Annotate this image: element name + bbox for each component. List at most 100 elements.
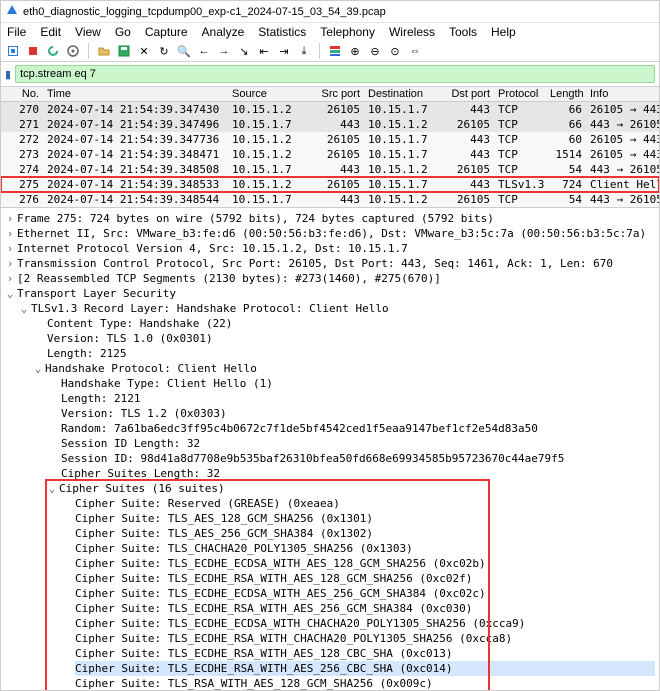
cell-proto: TCP [494, 192, 546, 207]
menu-help[interactable]: Help [491, 25, 516, 39]
expand-icon[interactable]: › [5, 256, 15, 271]
menu-capture[interactable]: Capture [145, 25, 188, 39]
cipher-suite-row[interactable]: Cipher Suite: Reserved (GREASE) (0xeaea) [75, 496, 655, 511]
expand-icon[interactable]: › [5, 226, 15, 241]
expand-icon[interactable]: › [5, 241, 15, 256]
prev-icon[interactable]: ← [196, 43, 212, 59]
menu-view[interactable]: View [75, 25, 101, 39]
save-icon[interactable] [116, 43, 132, 59]
packet-details[interactable]: ›Frame 275: 724 bytes on wire (5792 bits… [1, 208, 659, 690]
tree-row[interactable]: ⌄Transport Layer Security [5, 286, 655, 301]
tree-row[interactable]: ›[2 Reassembled TCP Segments (2130 bytes… [5, 271, 655, 286]
tree-row[interactable]: Version: TLS 1.2 (0x0303) [61, 406, 655, 421]
tree-row[interactable]: Length: 2121 [61, 391, 655, 406]
zoom-in-icon[interactable]: ⊕ [347, 43, 363, 59]
cipher-suite-row[interactable]: Cipher Suite: TLS_CHACHA20_POLY1305_SHA2… [75, 541, 655, 556]
tree-row[interactable]: ›Internet Protocol Version 4, Src: 10.15… [5, 241, 655, 256]
packet-row[interactable]: 2702024-07-14 21:54:39.34743010.15.1.226… [1, 102, 659, 117]
options-icon[interactable] [65, 43, 81, 59]
next-icon[interactable]: → [216, 43, 232, 59]
open-icon[interactable] [96, 43, 112, 59]
packet-row[interactable]: 2712024-07-14 21:54:39.34749610.15.1.744… [1, 117, 659, 132]
cell-proto: TCP [494, 147, 546, 162]
cell-dstp: 443 [444, 147, 494, 162]
cell-src: 10.15.1.2 [228, 102, 314, 117]
goto-icon[interactable]: ↘ [236, 43, 252, 59]
start-capture-icon[interactable] [5, 43, 21, 59]
expand-icon[interactable]: ⌄ [5, 286, 15, 301]
restart-icon[interactable] [45, 43, 61, 59]
reload-icon[interactable]: ↻ [156, 43, 172, 59]
tree-row[interactable]: ⌄TLSv1.3 Record Layer: Handshake Protoco… [19, 301, 655, 316]
col-src: Source [228, 87, 314, 101]
last-icon[interactable]: ⇥ [276, 43, 292, 59]
expand-icon[interactable]: ⌄ [47, 481, 57, 496]
menu-statistics[interactable]: Statistics [258, 25, 306, 39]
zoom-out-icon[interactable]: ⊖ [367, 43, 383, 59]
expand-icon[interactable]: › [5, 211, 15, 226]
bookmark-icon[interactable]: ▮ [5, 68, 11, 81]
display-filter-input[interactable] [15, 65, 655, 83]
cell-len: 66 [546, 117, 586, 132]
close-file-icon[interactable]: ✕ [136, 43, 152, 59]
first-icon[interactable]: ⇤ [256, 43, 272, 59]
tree-row[interactable]: ⌄Handshake Protocol: Client Hello [33, 361, 655, 376]
tree-row[interactable]: Handshake Type: Client Hello (1) [61, 376, 655, 391]
packet-row[interactable]: 2742024-07-14 21:54:39.34850810.15.1.744… [1, 162, 659, 177]
cell-no: 274 [1, 162, 43, 177]
cell-info: 26105 → 443 [ACK] Seq [586, 147, 659, 162]
tree-row[interactable]: Length: 2125 [47, 346, 655, 361]
menu-wireless[interactable]: Wireless [389, 25, 435, 39]
expand-icon[interactable]: ⌄ [33, 361, 43, 376]
tree-row[interactable]: Cipher Suites Length: 32 [61, 466, 655, 481]
col-dstp: Dst port [444, 87, 494, 101]
packet-row[interactable]: 2752024-07-14 21:54:39.34853310.15.1.226… [1, 177, 659, 192]
menu-file[interactable]: File [7, 25, 26, 39]
cell-dst: 10.15.1.7 [364, 177, 444, 192]
tree-row[interactable]: Content Type: Handshake (22) [47, 316, 655, 331]
packet-row[interactable]: 2732024-07-14 21:54:39.34847110.15.1.226… [1, 147, 659, 162]
zoom-reset-icon[interactable]: ⊙ [387, 43, 403, 59]
packet-list[interactable]: 2702024-07-14 21:54:39.34743010.15.1.226… [1, 102, 659, 208]
cipher-suite-row[interactable]: Cipher Suite: TLS_ECDHE_RSA_WITH_AES_128… [75, 571, 655, 586]
cipher-suite-row[interactable]: Cipher Suite: TLS_ECDHE_RSA_WITH_AES_256… [75, 601, 655, 616]
menu-go[interactable]: Go [115, 25, 131, 39]
expand-icon[interactable]: › [5, 271, 15, 286]
tree-row[interactable]: ›Transmission Control Protocol, Src Port… [5, 256, 655, 271]
cell-no: 270 [1, 102, 43, 117]
tree-row[interactable]: ›Ethernet II, Src: VMware_b3:fe:d6 (00:5… [5, 226, 655, 241]
cell-len: 1514 [546, 147, 586, 162]
col-info: Info [586, 87, 659, 101]
menu-analyze[interactable]: Analyze [202, 25, 245, 39]
cipher-suite-row[interactable]: Cipher Suite: TLS_AES_128_GCM_SHA256 (0x… [75, 511, 655, 526]
menu-edit[interactable]: Edit [40, 25, 61, 39]
stop-capture-icon[interactable] [25, 43, 41, 59]
menu-tools[interactable]: Tools [449, 25, 477, 39]
cipher-suite-row[interactable]: Cipher Suite: TLS_RSA_WITH_AES_128_GCM_S… [75, 676, 655, 690]
packet-list-header[interactable]: No. Time Source Src port Destination Dst… [1, 87, 659, 102]
cipher-suites-header[interactable]: ⌄Cipher Suites (16 suites) [47, 481, 655, 496]
find-icon[interactable]: 🔍 [176, 43, 192, 59]
packet-row[interactable]: 2722024-07-14 21:54:39.34773610.15.1.226… [1, 132, 659, 147]
tree-row[interactable]: Session ID Length: 32 [61, 436, 655, 451]
cipher-suite-row[interactable]: Cipher Suite: TLS_AES_256_GCM_SHA384 (0x… [75, 526, 655, 541]
expand-icon[interactable]: ⌄ [19, 301, 29, 316]
menu-telephony[interactable]: Telephony [320, 25, 375, 39]
cipher-suite-row[interactable]: Cipher Suite: TLS_ECDHE_ECDSA_WITH_CHACH… [75, 616, 655, 631]
cipher-suite-row[interactable]: Cipher Suite: TLS_ECDHE_RSA_WITH_CHACHA2… [75, 631, 655, 646]
main-menu: File Edit View Go Capture Analyze Statistics Te… [1, 23, 659, 41]
packet-row[interactable]: 2762024-07-14 21:54:39.34854410.15.1.744… [1, 192, 659, 207]
cipher-suite-row[interactable]: Cipher Suite: TLS_ECDHE_ECDSA_WITH_AES_1… [75, 556, 655, 571]
cipher-suite-row[interactable]: Cipher Suite: TLS_ECDHE_RSA_WITH_AES_256… [75, 661, 655, 676]
resize-cols-icon[interactable]: ⇔ [407, 43, 423, 59]
cipher-suite-row[interactable]: Cipher Suite: TLS_ECDHE_ECDSA_WITH_AES_2… [75, 586, 655, 601]
tree-row[interactable]: Session ID: 98d41a8d7708e9b535baf26310bf… [61, 451, 655, 466]
colorize-icon[interactable] [327, 43, 343, 59]
tree-row[interactable]: ›Frame 275: 724 bytes on wire (5792 bits… [5, 211, 655, 226]
autoscroll-icon[interactable]: ⤓ [296, 43, 312, 59]
tree-row[interactable]: Random: 7a61ba6edc3ff95c4b0672c7f1de5bf4… [61, 421, 655, 436]
col-proto: Protocol [494, 87, 546, 101]
cell-time: 2024-07-14 21:54:39.347496 [43, 117, 228, 132]
cipher-suite-row[interactable]: Cipher Suite: TLS_ECDHE_RSA_WITH_AES_128… [75, 646, 655, 661]
tree-row[interactable]: Version: TLS 1.0 (0x0301) [47, 331, 655, 346]
